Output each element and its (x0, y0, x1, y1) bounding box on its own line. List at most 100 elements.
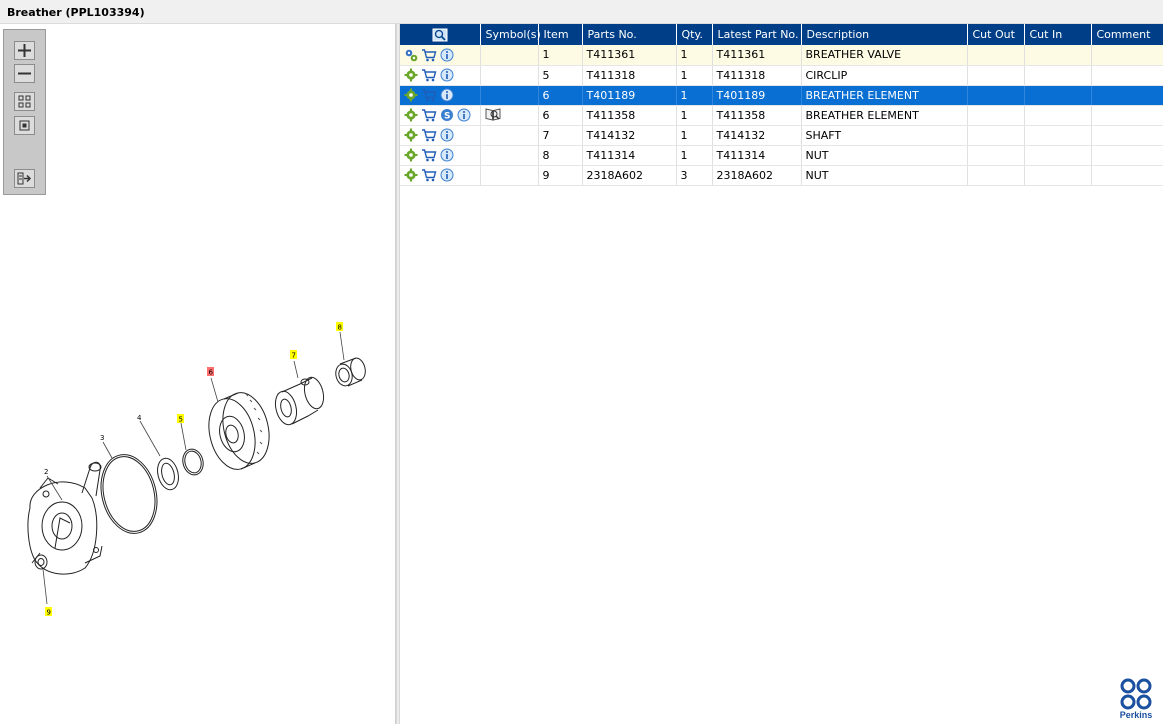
callout-8[interactable]: 8 (336, 322, 343, 332)
info-icon[interactable] (440, 48, 454, 62)
search-parts-icon[interactable] (432, 28, 448, 42)
cell-part-no: T414132 (582, 125, 677, 146)
info-icon[interactable] (457, 108, 471, 122)
table-row[interactable]: S 6 T411358 1 T411358 BREATHER ELEMENT (400, 105, 1163, 126)
cell-description: BREATHER ELEMENT (801, 85, 968, 106)
table-row[interactable]: 8 T411314 1 T411314 NUT (400, 145, 1163, 166)
callout-4[interactable]: 4 (137, 414, 142, 422)
svg-text:8: 8 (338, 324, 342, 332)
s-icon[interactable]: S (440, 108, 454, 122)
cell-description: BREATHER VALVE (801, 45, 968, 66)
part-shaft (274, 376, 325, 426)
part-housing (27, 461, 103, 575)
cell-latest-part-no: 2318A602 (712, 165, 802, 186)
cell-symbols (480, 105, 539, 126)
cart-icon[interactable] (421, 68, 437, 82)
cell-comment (1091, 125, 1163, 146)
cell-description: SHAFT (801, 125, 968, 146)
cell-qty: 1 (676, 45, 713, 66)
row-actions (400, 145, 481, 166)
cell-item: 8 (538, 145, 583, 166)
column-header-actions[interactable] (400, 24, 481, 45)
cell-cut-out (967, 45, 1025, 66)
info-icon[interactable] (440, 68, 454, 82)
svg-text:5: 5 (179, 416, 183, 424)
table-row[interactable]: 5 T411318 1 T411318 CIRCLIP (400, 65, 1163, 86)
column-header-cut-in[interactable]: Cut In (1024, 24, 1092, 45)
cart-icon[interactable] (421, 148, 437, 162)
gear-icon[interactable] (404, 148, 418, 162)
column-header-part-no[interactable]: Parts No. (582, 24, 677, 45)
column-header-latest-part-no[interactable]: Latest Part No. (712, 24, 802, 45)
callout-7[interactable]: 7 (290, 350, 297, 360)
cart-icon[interactable] (421, 168, 437, 182)
cell-cut-out (967, 145, 1025, 166)
gears-icon[interactable] (404, 48, 418, 62)
row-actions (400, 165, 481, 186)
table-row[interactable]: 6 T401189 1 T401189 BREATHER ELEMENT (400, 85, 1163, 106)
cell-item: 7 (538, 125, 583, 146)
parts-table: Symbol(s) Item Parts No. Qty. Latest Par… (400, 24, 1163, 186)
cell-cut-in (1024, 105, 1092, 126)
gear-icon[interactable] (404, 68, 418, 82)
cell-symbols (480, 125, 539, 146)
info-icon[interactable] (440, 148, 454, 162)
cell-cut-out (967, 105, 1025, 126)
cell-item: 1 (538, 45, 583, 66)
info-icon[interactable] (440, 168, 454, 182)
callout-3[interactable]: 3 (100, 434, 104, 442)
cell-qty: 1 (676, 125, 713, 146)
table-row[interactable]: 1 T411361 1 T411361 BREATHER VALVE (400, 45, 1163, 66)
gear-icon[interactable] (404, 168, 418, 182)
cell-cut-out (967, 125, 1025, 146)
perkins-logo-icon (1120, 678, 1152, 710)
cart-icon[interactable] (421, 48, 437, 62)
cart-icon[interactable] (421, 88, 437, 102)
cell-description: NUT (801, 145, 968, 166)
column-header-symbols[interactable]: Symbol(s) (480, 24, 541, 45)
column-header-description[interactable]: Description (801, 24, 968, 45)
parts-diagram[interactable]: 2 3 4 5 6 7 8 9 (0, 48, 396, 724)
book-icon[interactable] (485, 107, 501, 121)
svg-text:6: 6 (209, 369, 214, 377)
callout-9[interactable]: 9 (45, 607, 52, 617)
column-header-qty[interactable]: Qty. (676, 24, 713, 45)
cart-icon[interactable] (421, 128, 437, 142)
cell-symbols (480, 165, 539, 186)
diagram-pane[interactable]: 2 3 4 5 6 7 8 9 (0, 24, 396, 724)
table-row[interactable]: 9 2318A602 3 2318A602 NUT (400, 165, 1163, 186)
callout-2[interactable]: 2 (44, 468, 48, 476)
cell-cut-out (967, 165, 1025, 186)
cell-symbols (480, 85, 539, 106)
cell-comment (1091, 85, 1163, 106)
cell-comment (1091, 65, 1163, 86)
cell-cut-in (1024, 65, 1092, 86)
part-sleeve (335, 357, 366, 387)
row-actions (400, 45, 481, 66)
cell-part-no: 2318A602 (582, 165, 677, 186)
cell-item: 6 (538, 105, 583, 126)
cell-cut-in (1024, 125, 1092, 146)
cell-part-no: T411314 (582, 145, 677, 166)
cell-qty: 1 (676, 145, 713, 166)
cell-symbols (480, 145, 539, 166)
cell-description: BREATHER ELEMENT (801, 105, 968, 126)
cell-latest-part-no: T414132 (712, 125, 802, 146)
info-icon[interactable] (440, 128, 454, 142)
window-title: Breather (PPL103394) (7, 6, 145, 19)
gear-icon[interactable] (404, 88, 418, 102)
column-header-comment[interactable]: Comment (1091, 24, 1163, 45)
column-header-item[interactable]: Item (538, 24, 583, 45)
callout-6[interactable]: 6 (207, 367, 214, 377)
cell-qty: 1 (676, 85, 713, 106)
title-bar: Breather (PPL103394) (0, 0, 1163, 24)
table-row[interactable]: 7 T414132 1 T414132 SHAFT (400, 125, 1163, 146)
gear-icon[interactable] (404, 128, 418, 142)
column-header-cut-out[interactable]: Cut Out (967, 24, 1025, 45)
cart-icon[interactable] (421, 108, 437, 122)
cell-part-no: T401189 (582, 85, 677, 106)
cell-comment (1091, 145, 1163, 166)
gear-icon[interactable] (404, 108, 418, 122)
callout-5[interactable]: 5 (177, 414, 184, 424)
info-icon[interactable] (440, 88, 454, 102)
